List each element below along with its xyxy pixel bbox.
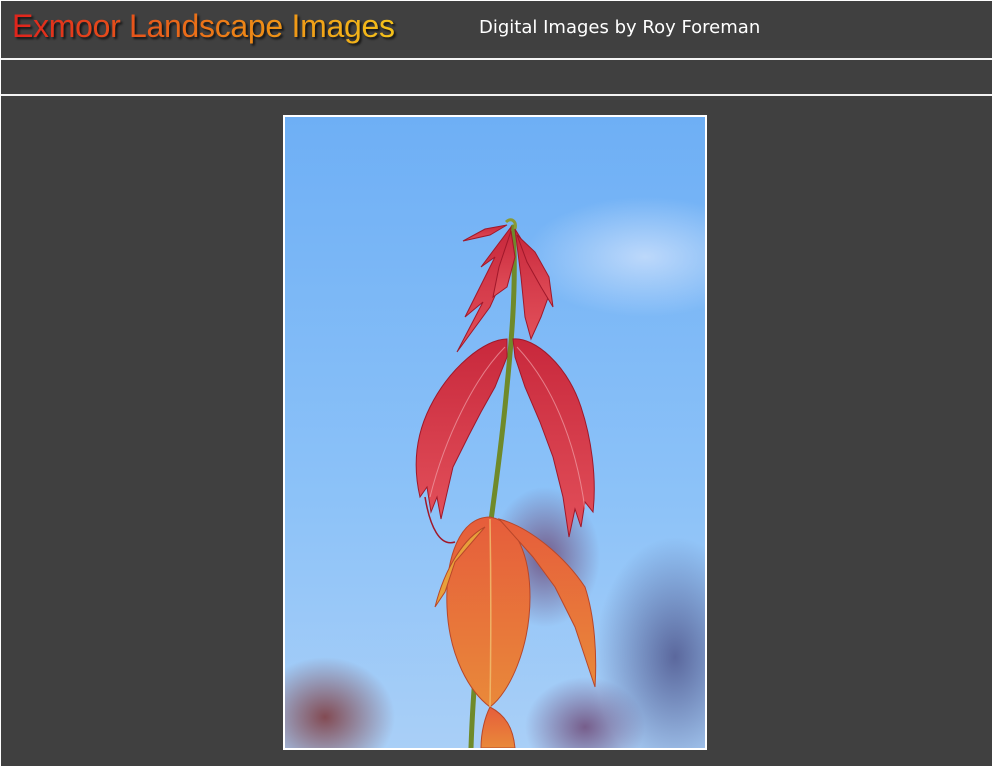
site-title[interactable]: Exmoor Landscape Images: [12, 8, 395, 45]
maple-shoot-image: [285, 117, 705, 748]
page-frame: Exmoor Landscape Images Digital Images b…: [1, 1, 992, 766]
site-header: Exmoor Landscape Images Digital Images b…: [1, 1, 992, 58]
site-subtitle: Digital Images by Roy Foreman: [479, 17, 761, 38]
nav-bar: [1, 60, 992, 94]
nav-divider: [1, 94, 992, 96]
featured-photo: [283, 115, 707, 750]
